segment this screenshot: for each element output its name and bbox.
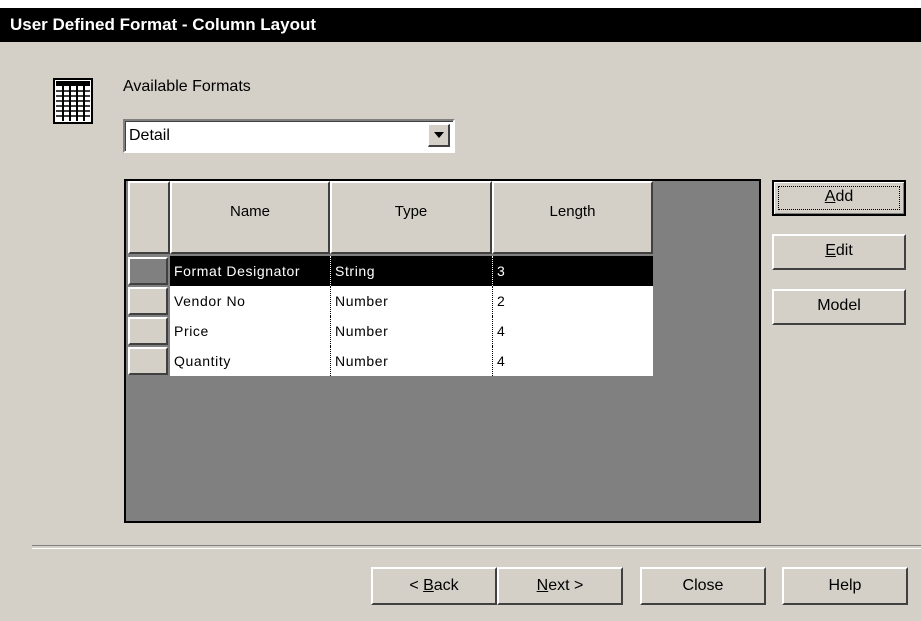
cell-type[interactable]: Number (330, 316, 492, 346)
row-selector[interactable] (128, 347, 168, 375)
grid-corner-header (128, 181, 170, 254)
column-header-name[interactable]: Name (170, 181, 330, 254)
cell-name[interactable]: Price (170, 316, 330, 346)
add-mnemonic: A (824, 188, 836, 205)
help-label: Help (828, 577, 862, 594)
available-formats-label: Available Formats (123, 78, 251, 95)
formats-dropdown[interactable]: Detail (123, 119, 455, 153)
back-button[interactable]: < Back (371, 567, 497, 605)
chevron-down-icon (434, 132, 444, 138)
dropdown-button[interactable] (428, 124, 450, 147)
column-header-type[interactable]: Type (330, 181, 492, 254)
edit-button[interactable]: Edit (772, 234, 906, 270)
table-row[interactable]: Quantity Number 4 (126, 346, 653, 376)
title-bar: User Defined Format - Column Layout (0, 8, 921, 42)
cell-length[interactable]: 3 (492, 256, 653, 286)
column-grid[interactable]: Name Type Length Format Designator Strin… (124, 179, 761, 523)
table-row[interactable]: Vendor No Number 2 (126, 286, 653, 316)
back-mnemonic: B (423, 577, 434, 594)
model-label: Model (817, 297, 861, 314)
cell-name[interactable]: Quantity (170, 346, 330, 376)
cell-type[interactable]: Number (330, 346, 492, 376)
cell-length[interactable]: 4 (492, 316, 653, 346)
close-label: Close (682, 577, 724, 594)
row-selector[interactable] (128, 287, 168, 315)
cell-type[interactable]: Number (330, 286, 492, 316)
footer-divider (32, 545, 921, 549)
column-layout-icon (53, 78, 93, 124)
row-selector[interactable] (128, 317, 168, 345)
table-row[interactable]: Format Designator String 3 (126, 256, 653, 286)
row-selector[interactable] (128, 257, 168, 285)
close-button[interactable]: Close (640, 567, 766, 605)
next-label: ext > (548, 577, 584, 594)
back-prefix: < (409, 577, 424, 594)
next-button[interactable]: Next > (497, 567, 623, 605)
add-label: dd (835, 188, 854, 205)
cell-length[interactable]: 2 (492, 286, 653, 316)
edit-label: dit (835, 242, 853, 259)
formats-dropdown-value: Detail (129, 127, 170, 144)
cell-name[interactable]: Vendor No (170, 286, 330, 316)
cell-length[interactable]: 4 (492, 346, 653, 376)
cell-name[interactable]: Format Designator (170, 256, 330, 286)
cell-type[interactable]: String (330, 256, 492, 286)
table-row[interactable]: Price Number 4 (126, 316, 653, 346)
help-button[interactable]: Help (782, 567, 908, 605)
next-mnemonic: N (536, 577, 549, 594)
model-button[interactable]: Model (772, 289, 906, 325)
add-button[interactable]: Add (772, 180, 906, 216)
back-label: ack (433, 577, 459, 594)
edit-mnemonic: E (825, 242, 836, 259)
column-header-length[interactable]: Length (492, 181, 653, 254)
